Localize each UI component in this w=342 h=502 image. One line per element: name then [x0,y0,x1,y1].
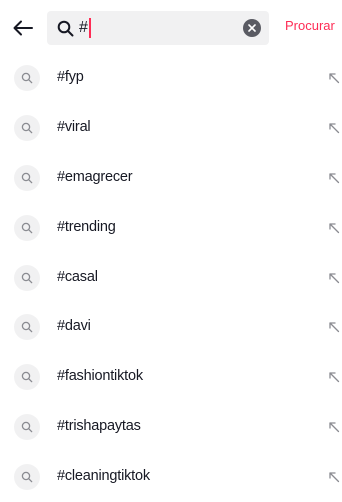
search-icon [14,314,40,341]
arrow-up-left-icon[interactable] [326,319,342,335]
search-icon [14,214,40,241]
search-icon [14,464,40,491]
suggestion-row[interactable]: #fashiontiktok [0,352,342,402]
search-icon [14,264,40,291]
arrow-up-left-icon[interactable] [326,469,342,485]
suggestion-row[interactable]: #viral [0,103,342,153]
search-icon [14,164,40,191]
suggestion-row[interactable]: #emagrecer [0,153,342,203]
search-query-text: # [79,19,88,36]
suggestion-list: #fyp #viral #emagrecer #trending #casal … [0,53,342,502]
suggestion-label: #trishapaytas [57,418,141,435]
arrow-up-left-icon[interactable] [326,120,342,136]
search-icon [14,65,40,91]
search-icon [14,364,40,391]
search-icon [14,414,40,441]
suggestion-label: #viral [57,118,91,135]
suggestion-label: #trending [57,218,116,235]
arrow-up-left-icon[interactable] [326,220,342,236]
suggestion-label: #cleaningtiktok [57,468,150,485]
arrow-up-left-icon[interactable] [326,419,342,435]
suggestion-row[interactable]: #trending [0,203,342,253]
text-caret [88,18,91,38]
suggestion-label: #davi [57,318,91,335]
search-input[interactable]: # [79,18,91,38]
clear-icon [248,24,256,32]
arrow-up-left-icon[interactable] [326,170,342,186]
suggestion-row[interactable]: #davi [0,302,342,352]
suggestion-row[interactable]: #fyp [0,53,342,103]
search-field[interactable]: # [47,11,269,45]
search-header: # Procurar [0,0,342,56]
clear-search-button[interactable] [243,19,261,37]
suggestion-row[interactable]: #casal [0,253,342,303]
suggestion-row[interactable]: #cleaningtiktok [0,452,342,502]
suggestion-label: #casal [57,268,98,285]
search-icon [56,19,74,37]
arrow-up-left-icon[interactable] [326,369,342,385]
arrow-up-left-icon[interactable] [326,270,342,286]
arrow-left-icon [13,20,33,36]
suggestion-label: #fyp [57,69,84,85]
suggestion-row[interactable]: #trishapaytas [0,402,342,452]
arrow-up-left-icon[interactable] [326,70,342,86]
back-button[interactable] [10,15,36,41]
search-icon [14,114,40,141]
suggestion-label: #emagrecer [57,168,133,185]
search-submit-button[interactable]: Procurar [285,18,335,33]
suggestion-label: #fashiontiktok [57,368,143,385]
